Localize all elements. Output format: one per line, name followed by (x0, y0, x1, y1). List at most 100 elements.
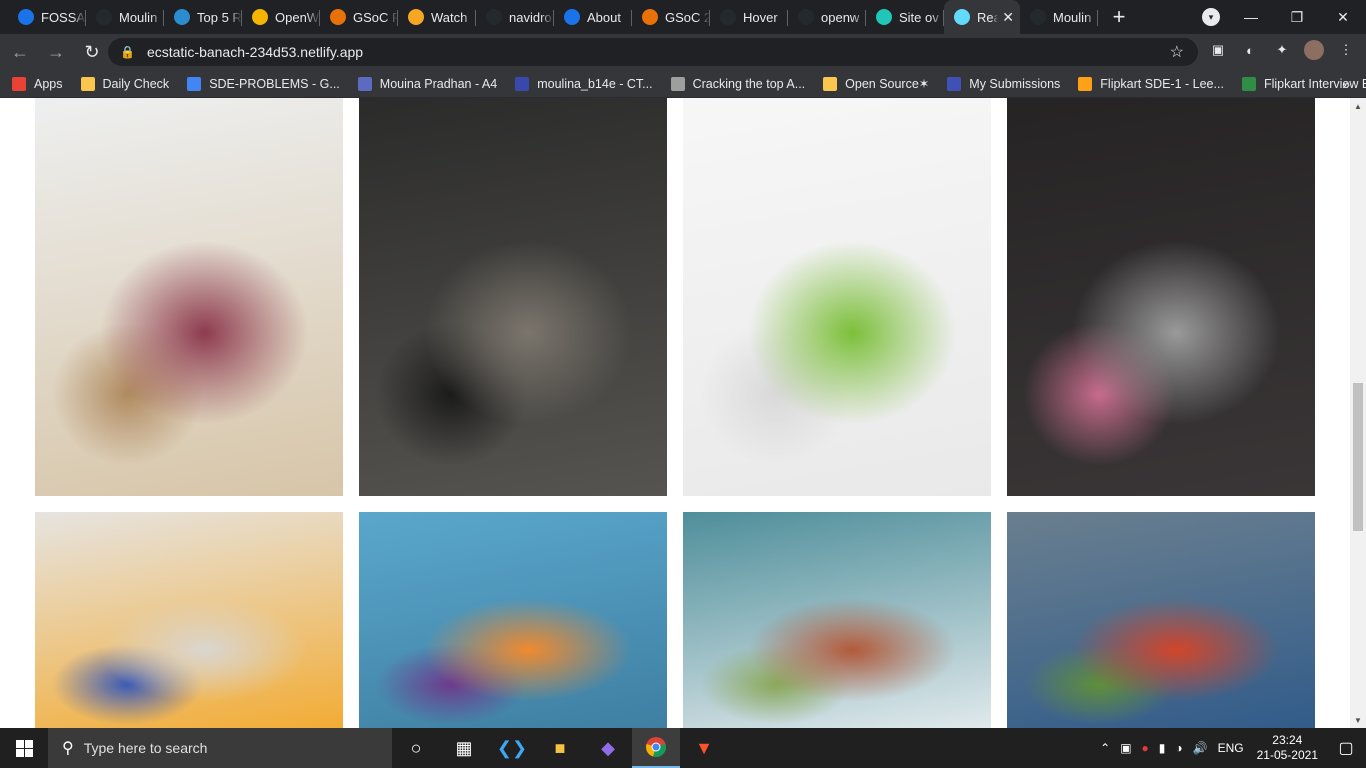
extension-icons: ▣ ◐ ✦ ⋮ (1208, 40, 1356, 60)
tab-label: Top 5 R (197, 9, 242, 25)
vscode-icon[interactable]: ❮❯ (488, 728, 536, 768)
browser-tab[interactable]: Hover (710, 0, 788, 34)
browser-tab[interactable]: Site ov (866, 0, 944, 34)
salad-blur-image[interactable] (683, 512, 991, 728)
bookmark-label: SDE-PROBLEMS - G... (209, 76, 340, 91)
scroll-down-icon[interactable]: ▼ (1350, 712, 1366, 728)
bookmark-item[interactable]: Daily Check (80, 76, 169, 91)
browser-tab[interactable]: navidro (476, 0, 554, 34)
bookmark-item[interactable]: Open Source✶ (823, 76, 929, 91)
browser-tab[interactable]: Moulin (86, 0, 164, 34)
figs-image[interactable] (35, 98, 343, 496)
browser-toolbar: ← → ↻ 🔒 ecstatic-banach-234d53.netlify.a… (0, 34, 1366, 70)
extension-circle-icon[interactable]: ◐ (1240, 40, 1260, 60)
cast-extension-icon[interactable]: ▣ (1208, 40, 1228, 60)
bookmark-item[interactable]: My Submissions (947, 76, 1060, 91)
chevron-up-icon[interactable]: ⌃ (1095, 741, 1115, 755)
tea-strainer-image[interactable] (1007, 98, 1315, 496)
notification-icon[interactable]: ▢ (1326, 738, 1366, 758)
scroll-up-icon[interactable]: ▲ (1350, 98, 1366, 114)
profile-avatar[interactable] (1304, 40, 1324, 60)
bookmark-label: Apps (34, 76, 63, 91)
clock[interactable]: 23:24 21-05-2021 (1249, 733, 1326, 763)
search-icon: ⚲ (62, 740, 74, 757)
forward-button[interactable]: → (40, 36, 72, 68)
tab-label: Rea (977, 9, 999, 25)
browser-tab[interactable]: About (554, 0, 632, 34)
dots-icon (174, 9, 190, 25)
react-icon (954, 9, 970, 25)
chrome-icon[interactable] (632, 728, 680, 768)
browser-tab[interactable]: GSoC 2 (632, 0, 710, 34)
smoothie-bowls-image[interactable] (359, 512, 667, 728)
new-tab-button[interactable]: + (1104, 0, 1134, 34)
browser-tab[interactable]: OpenW (242, 0, 320, 34)
arrow-right-icon: → (47, 41, 65, 62)
address-bar[interactable]: 🔒 ecstatic-banach-234d53.netlify.app ☆ (108, 38, 1198, 66)
bookmark-item[interactable]: Flipkart SDE-1 - Lee... (1078, 76, 1224, 91)
mic-muted-icon[interactable]: ● (1137, 741, 1154, 755)
tab-label: navidro (509, 9, 552, 25)
pumpkin-soup-image[interactable] (35, 512, 343, 728)
browser-tab[interactable]: Top 5 R (164, 0, 242, 34)
bookmark-label: Cracking the top A... (692, 76, 806, 91)
windows-logo-icon (15, 739, 33, 757)
espresso-image[interactable] (359, 98, 667, 496)
task-view-icon[interactable]: ▦ (440, 728, 488, 768)
menu-kebab-icon[interactable]: ⋮ (1336, 40, 1356, 60)
browser-tab[interactable]: Rea ✕ (944, 0, 1020, 34)
close-window-button[interactable]: ✕ (1320, 0, 1366, 34)
system-tray: ⌃ ▣ ● ▮ ◑ 🔊 ENG 23:24 21-05-2021 ▢ (1095, 728, 1366, 768)
page-scrollbar[interactable]: ▲ ▼ (1350, 98, 1366, 728)
tab-label: OpenW (275, 9, 320, 25)
bookmark-label: Flipkart Interview E... (1263, 76, 1366, 91)
tab-strip: FOSSA Moulin Top 5 R OpenW GSoC P Watch navidr… (0, 0, 1366, 34)
cortana-icon[interactable]: ○ (392, 728, 440, 768)
peas-image[interactable] (683, 98, 991, 496)
notebook-icon (670, 76, 685, 91)
bookmark-item[interactable]: Apps (12, 76, 63, 91)
taskbar-search[interactable]: ⚲ Type here to search (48, 728, 392, 768)
lock-icon: 🔒 (120, 45, 135, 59)
tab-label: Moulin (119, 9, 158, 25)
back-button[interactable]: ← (4, 36, 36, 68)
window-controls: — ❐ ✕ (1228, 0, 1366, 34)
bookmark-item[interactable]: Mouina Pradhan - A4 (357, 76, 497, 91)
bookmark-item[interactable]: SDE-PROBLEMS - G... (187, 76, 340, 91)
file-explorer-icon[interactable]: ■ (536, 728, 584, 768)
start-button[interactable] (0, 728, 48, 768)
brave-icon[interactable]: ▼ (680, 728, 728, 768)
browser-tab[interactable]: Watch (398, 0, 476, 34)
github-icon (486, 9, 502, 25)
bookmark-item[interactable]: moulina_b14e - CT... (515, 76, 653, 91)
bookmark-item[interactable]: Cracking the top A... (670, 76, 806, 91)
maximize-button[interactable]: ❐ (1274, 0, 1320, 34)
browser-tab[interactable]: GSoC P (320, 0, 398, 34)
folder-icon (80, 76, 95, 91)
windows-taskbar: ⚲ Type here to search ○ ▦ ❮❯ ■ ◆ ▼ ⌃ ▣ ●… (0, 728, 1366, 768)
puzzle-icon[interactable]: ✦ (1272, 40, 1292, 60)
language-indicator[interactable]: ENG (1213, 741, 1249, 755)
clock-time: 23:24 (1272, 733, 1303, 747)
browser-tab[interactable]: Moulin (1020, 0, 1098, 34)
wifi-icon[interactable]: ◑ (1170, 741, 1187, 755)
meet-now-icon[interactable]: ▣ (1115, 741, 1136, 755)
browser-tab[interactable]: openw (788, 0, 866, 34)
scrollbar-thumb[interactable] (1353, 383, 1363, 531)
bookmark-star-icon[interactable]: ☆ (1170, 42, 1184, 62)
reload-button[interactable]: ↻ (76, 36, 108, 68)
browser-tab[interactable]: FOSSA (8, 0, 86, 34)
tab-search-icon[interactable]: ▾ (1202, 8, 1220, 26)
bookmark-label: Open Source✶ (845, 77, 930, 91)
salad-bowl-image[interactable] (1007, 512, 1315, 728)
play-icon (408, 9, 424, 25)
volume-icon[interactable]: 🔊 (1188, 741, 1213, 755)
gallery-page (0, 98, 1350, 728)
minimize-button[interactable]: — (1228, 0, 1274, 34)
chevron-more-icon[interactable]: » (1342, 76, 1350, 92)
close-tab-icon[interactable]: ✕ (1002, 9, 1014, 26)
c-icon (357, 76, 372, 91)
folder-icon (823, 76, 838, 91)
git-client-icon[interactable]: ◆ (584, 728, 632, 768)
battery-icon[interactable]: ▮ (1154, 741, 1171, 755)
